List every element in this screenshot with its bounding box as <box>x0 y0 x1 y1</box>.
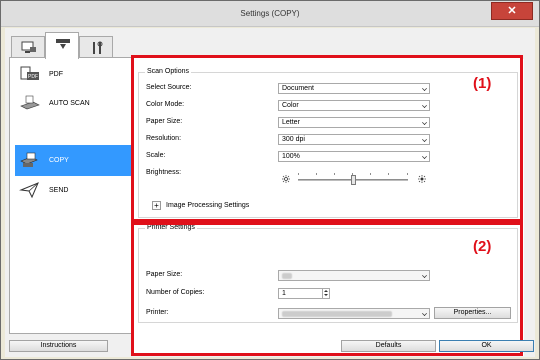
send-icon <box>19 182 39 199</box>
callout-box-scan-options <box>131 55 523 222</box>
client-area: PDF PDF AUTO SCAN COPY SEND Scan Options… <box>5 28 535 357</box>
auto-scan-icon <box>20 95 40 110</box>
sidebar: PDF PDF AUTO SCAN COPY SEND <box>15 61 133 335</box>
sidebar-item-auto-scan[interactable]: AUTO SCAN <box>15 90 133 118</box>
window-title: Settings (COPY) <box>240 9 300 18</box>
sidebar-item-copy[interactable]: COPY <box>15 145 133 176</box>
callout-box-printer-settings <box>131 222 523 356</box>
sidebar-item-label: SEND <box>49 187 69 194</box>
ok-button[interactable]: OK <box>439 340 534 352</box>
sidebar-item-label: AUTO SCAN <box>49 100 90 107</box>
callout-label-1: (1) <box>473 75 492 92</box>
sidebar-item-label: PDF <box>49 71 63 78</box>
close-button[interactable]: ✕ <box>491 2 533 20</box>
tab-scan-from-computer[interactable] <box>11 36 45 58</box>
callout-label-2: (2) <box>473 238 492 255</box>
copy-icon <box>20 152 38 167</box>
scanner-panel-icon <box>56 39 70 49</box>
settings-window: Settings (COPY) ✕ PDF PDF AUTO SCAN COPY… <box>0 0 540 360</box>
svg-text:PDF: PDF <box>28 74 38 80</box>
tab-general-settings[interactable] <box>79 36 113 58</box>
title-bar: Settings (COPY) ✕ <box>1 1 539 27</box>
sidebar-item-label: COPY <box>49 157 69 164</box>
sidebar-item-pdf[interactable]: PDF PDF <box>15 61 133 89</box>
pdf-icon: PDF <box>20 66 39 80</box>
tab-scan-from-panel[interactable] <box>45 32 79 59</box>
tools-icon <box>93 41 103 54</box>
defaults-button[interactable]: Defaults <box>341 340 436 352</box>
computer-scan-icon <box>21 41 36 53</box>
sidebar-item-send[interactable]: SEND <box>15 177 133 205</box>
instructions-button[interactable]: Instructions <box>9 340 108 352</box>
